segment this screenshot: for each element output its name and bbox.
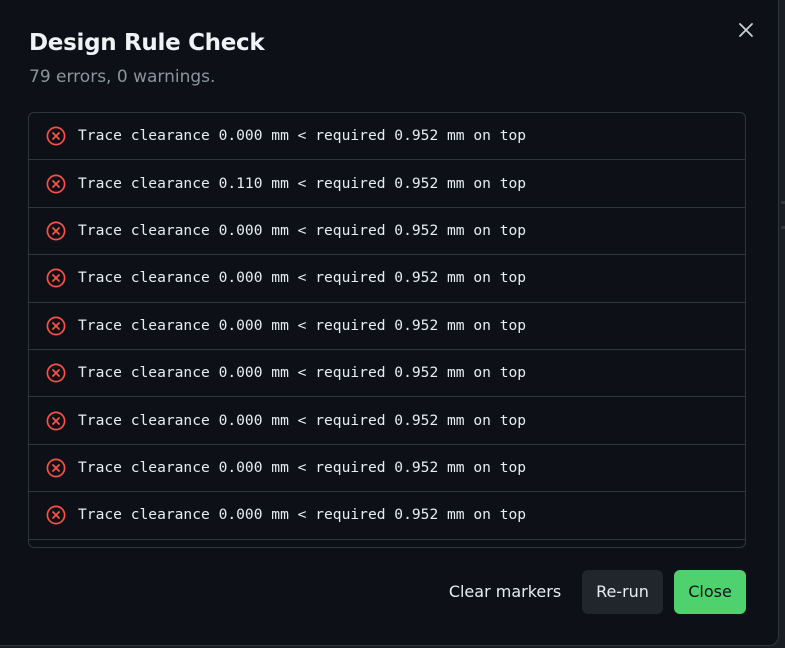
error-circle-icon — [46, 221, 66, 241]
violation-message: Trace clearance 0.000 mm < required 0.95… — [78, 506, 527, 524]
violation-row[interactable]: Trace clearance 0.000 mm < required 0.95… — [29, 208, 745, 256]
violation-message: Trace clearance 0.000 mm < required 0.95… — [78, 458, 527, 476]
drc-summary: 79 errors, 0 warnings. — [29, 67, 216, 87]
rerun-button[interactable]: Re-run — [582, 570, 663, 614]
error-circle-icon — [46, 316, 66, 336]
violation-message: Trace clearance 0.000 mm < required 0.95… — [78, 411, 527, 429]
violation-row[interactable]: Trace clearance 0.000 mm < required 0.95… — [29, 397, 745, 445]
close-dialog-button[interactable] — [733, 17, 759, 43]
error-circle-icon — [46, 126, 66, 146]
error-circle-icon — [46, 411, 66, 430]
error-circle-icon — [46, 174, 66, 194]
violation-row[interactable]: Trace clearance 0.000 mm < required 0.95… — [29, 303, 745, 350]
violation-row[interactable]: Trace clearance 0.000 mm < required 0.95… — [29, 255, 745, 303]
clear-markers-button[interactable]: Clear markers — [444, 570, 566, 614]
error-circle-icon — [46, 268, 66, 288]
error-circle-icon — [46, 458, 66, 478]
violation-row[interactable]: Trace clearance 0.000 mm < required 0.95… — [29, 445, 745, 493]
close-icon — [739, 23, 753, 37]
drc-dialog: Design Rule Check 79 errors, 0 warnings.… — [0, 0, 779, 646]
error-circle-icon — [46, 363, 66, 383]
violation-message: Trace clearance 0.000 mm < required 0.95… — [78, 269, 527, 287]
violation-message: Trace clearance 0.000 mm < required 0.95… — [78, 127, 527, 145]
backdrop-edge-mark — [781, 201, 785, 204]
error-circle-icon — [46, 505, 66, 525]
close-button[interactable]: Close — [674, 570, 746, 614]
violation-row[interactable]: Trace clearance 0.110 mm < required 0.95… — [29, 160, 745, 208]
violation-row[interactable]: Trace clearance 0.000 mm < required 0.95… — [29, 113, 745, 161]
violation-message: Trace clearance 0.000 mm < required 0.95… — [78, 364, 527, 382]
violation-list[interactable]: Trace clearance 0.000 mm < required 0.95… — [28, 112, 746, 548]
violation-row[interactable]: Trace clearance 0.000 mm < required 0.95… — [29, 492, 745, 540]
violation-row[interactable]: Trace clearance 0.000 mm < required 0.95… — [29, 350, 745, 398]
violation-message: Trace clearance 0.000 mm < required 0.95… — [78, 316, 527, 334]
violation-message: Trace clearance 0.110 mm < required 0.95… — [78, 174, 527, 192]
dialog-title: Design Rule Check — [29, 30, 265, 56]
violation-message: Trace clearance 0.000 mm < required 0.95… — [78, 221, 527, 239]
backdrop-edge-mark — [781, 226, 785, 229]
